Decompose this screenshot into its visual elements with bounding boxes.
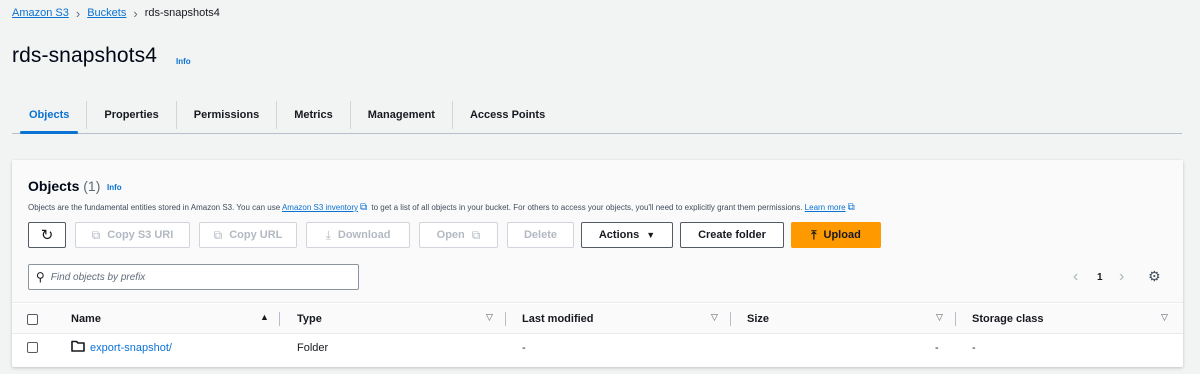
chevron-right-icon: › xyxy=(133,5,138,21)
column-header-last-modified[interactable]: Last modified xyxy=(522,313,594,325)
external-link-icon: ⧉ xyxy=(847,202,855,213)
row-checkbox[interactable] xyxy=(27,342,38,353)
title-info-link[interactable]: Info xyxy=(176,57,191,66)
column-divider[interactable] xyxy=(955,312,956,326)
previous-page-button[interactable]: ‹ xyxy=(1073,268,1078,286)
column-header-type[interactable]: Type xyxy=(297,313,322,325)
copy-url-button[interactable]: ⧉ Copy URL xyxy=(199,222,297,248)
column-header-storage-class[interactable]: Storage class xyxy=(972,313,1044,325)
upload-button[interactable]: ⤒ Upload xyxy=(791,222,881,248)
tab-metrics[interactable]: Metrics xyxy=(276,101,350,129)
current-page[interactable]: 1 xyxy=(1097,268,1103,286)
caret-down-icon: ▼ xyxy=(646,230,656,240)
copy-icon: ⧉ xyxy=(213,227,223,242)
learn-more-link[interactable]: Learn more xyxy=(805,203,846,212)
download-button[interactable]: ⤓ Download xyxy=(306,222,410,248)
sort-icon[interactable]: ▽ xyxy=(936,312,943,323)
download-label: Download xyxy=(337,229,391,241)
column-divider[interactable] xyxy=(505,312,506,326)
tab-permissions[interactable]: Permissions xyxy=(175,101,276,129)
object-name-link[interactable]: export-snapshot/ xyxy=(90,342,172,354)
open-label: Open xyxy=(436,229,465,241)
open-button[interactable]: Open ⧉ xyxy=(419,222,498,248)
upload-label: Upload xyxy=(823,229,861,241)
breadcrumb-current: rds-snapshots4 xyxy=(144,7,220,19)
create-folder-label: Create folder xyxy=(698,229,766,241)
refresh-button[interactable]: ↻ xyxy=(28,222,66,248)
object-last-modified: - xyxy=(522,342,526,354)
search-input[interactable] xyxy=(50,271,341,283)
breadcrumb-amazon-s3[interactable]: Amazon S3 xyxy=(12,7,69,19)
sort-icon[interactable]: ▽ xyxy=(486,312,493,323)
column-header-name[interactable]: Name xyxy=(71,313,101,325)
actions-label: Actions xyxy=(598,229,640,241)
copy-s3-uri-label: Copy S3 URI xyxy=(107,229,174,241)
column-divider[interactable] xyxy=(730,312,731,326)
object-count: (1) xyxy=(83,178,101,194)
panel-title-text: Objects xyxy=(28,178,80,194)
create-folder-button[interactable]: Create folder xyxy=(680,222,784,248)
column-header-size[interactable]: Size xyxy=(747,313,769,325)
search-box: ⚲ xyxy=(28,264,359,290)
chevron-right-icon: › xyxy=(75,5,81,21)
external-link-icon: ⧉ xyxy=(360,202,368,213)
download-icon: ⤓ xyxy=(325,227,331,242)
copy-url-label: Copy URL xyxy=(229,229,283,241)
object-size: - xyxy=(935,342,939,354)
tab-access-points[interactable]: Access Points xyxy=(451,101,562,129)
search-icon: ⚲ xyxy=(36,270,45,284)
object-type: Folder xyxy=(297,342,329,354)
upload-icon: ⤒ xyxy=(811,227,817,242)
tab-bar: Objects Properties Permissions Metrics M… xyxy=(12,97,1182,134)
copy-s3-uri-button[interactable]: ⧉ Copy S3 URI xyxy=(75,222,190,248)
objects-panel: Objects (1) Info Objects are the fundame… xyxy=(12,160,1183,367)
s3-inventory-link[interactable]: Amazon S3 inventory xyxy=(282,203,358,212)
sort-icon[interactable]: ▽ xyxy=(711,312,718,323)
external-link-icon: ⧉ xyxy=(471,227,481,242)
next-page-button[interactable]: › xyxy=(1119,268,1124,286)
object-storage-class: - xyxy=(972,342,976,354)
breadcrumb: Amazon S3 › Buckets › rds-snapshots4 xyxy=(12,5,220,21)
page-title: rds-snapshots4 xyxy=(12,44,157,67)
column-divider[interactable] xyxy=(279,312,280,326)
tab-properties[interactable]: Properties xyxy=(86,101,175,129)
panel-description: Objects are the fundamental entities sto… xyxy=(28,202,857,213)
refresh-icon: ↻ xyxy=(40,227,54,244)
select-all-checkbox[interactable] xyxy=(27,314,38,325)
description-text-1: Objects are the fundamental entities sto… xyxy=(28,203,281,212)
gear-icon[interactable]: ⚙ xyxy=(1148,268,1161,285)
sort-ascending-icon[interactable]: ▲ xyxy=(260,312,269,322)
sort-icon[interactable]: ▽ xyxy=(1161,312,1168,323)
delete-label: Delete xyxy=(523,229,558,241)
tab-management[interactable]: Management xyxy=(349,101,452,129)
tab-objects[interactable]: Objects xyxy=(12,101,86,134)
panel-title: Objects (1) xyxy=(28,178,100,194)
actions-dropdown[interactable]: Actions ▼ xyxy=(581,222,673,248)
description-text-2: to get a list of all objects in your buc… xyxy=(371,203,803,212)
copy-icon: ⧉ xyxy=(91,227,101,242)
panel-info-link[interactable]: Info xyxy=(107,183,122,192)
folder-icon xyxy=(71,340,85,352)
breadcrumb-buckets[interactable]: Buckets xyxy=(87,7,126,19)
delete-button[interactable]: Delete xyxy=(507,222,574,248)
